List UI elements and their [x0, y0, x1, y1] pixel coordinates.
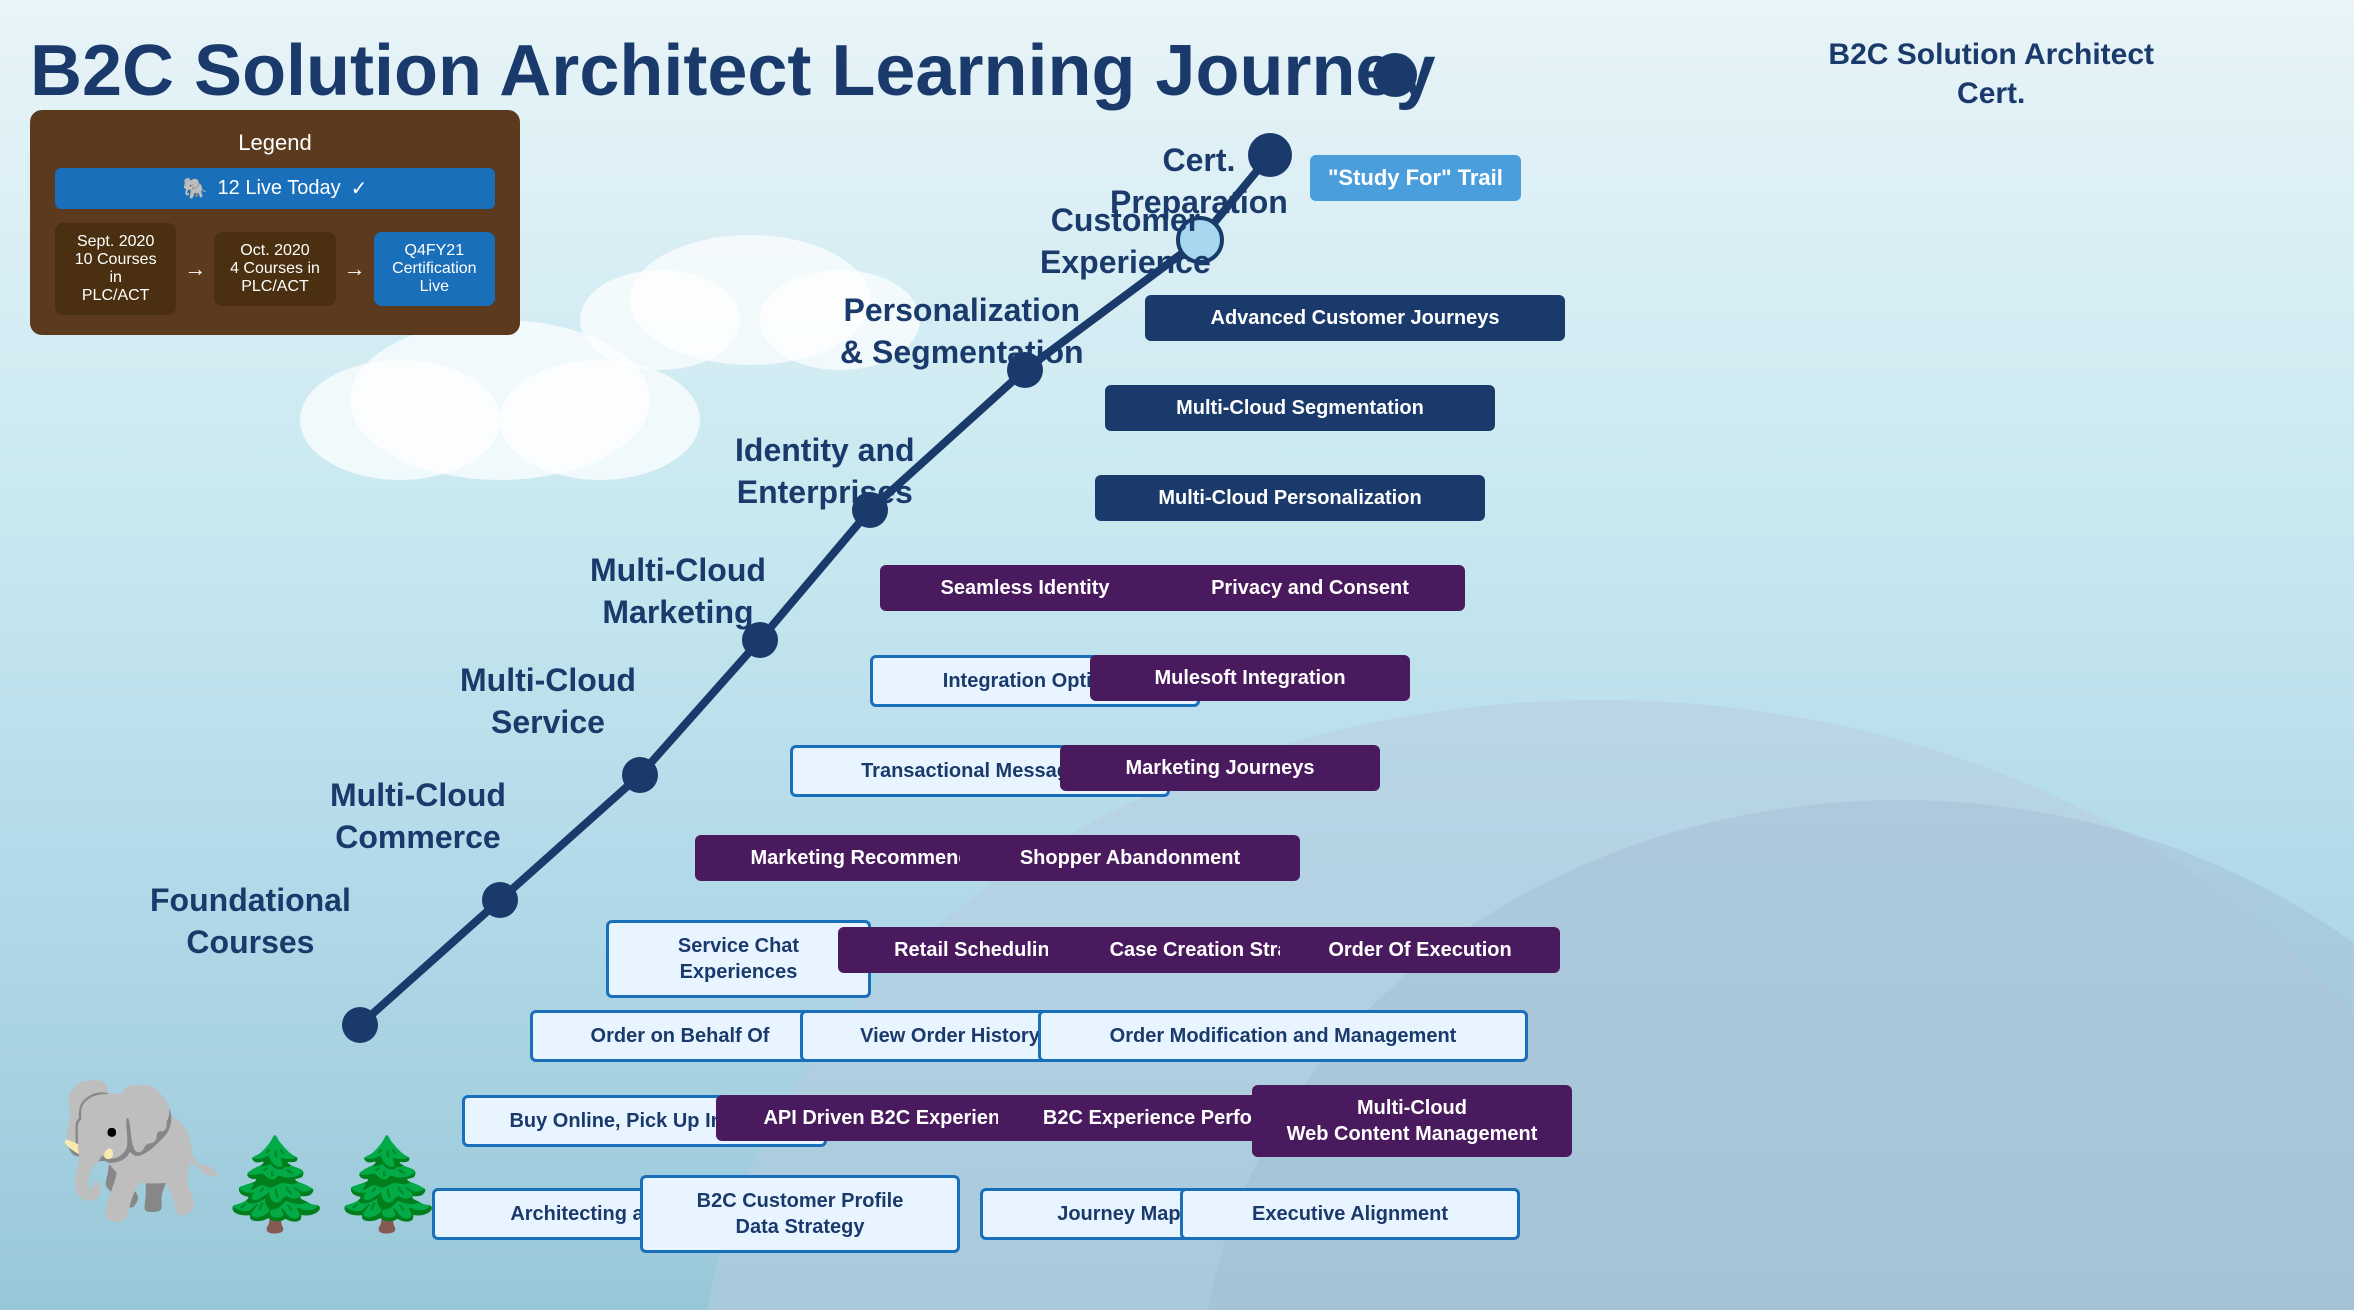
- course-privacy-consent: Privacy and Consent: [1155, 565, 1465, 611]
- legend-phase-1: Sept. 202010 Courses inPLC/ACT: [55, 223, 176, 315]
- course-order-behalf: Order on Behalf Of: [530, 1010, 830, 1062]
- multicloud-marketing-label: Multi-CloudMarketing: [590, 550, 766, 633]
- cert-label: B2C Solution ArchitectCert.: [1828, 35, 2154, 113]
- multicloud-commerce-label: Multi-CloudCommerce: [330, 775, 506, 858]
- course-order-modification: Order Modification and Management: [1038, 1010, 1528, 1062]
- legend-phase-2: Oct. 20204 Courses inPLC/ACT: [214, 232, 335, 306]
- legend-icon: 🐘: [183, 176, 208, 201]
- course-multicloud-segmentation: Multi-Cloud Segmentation: [1105, 385, 1495, 431]
- multicloud-service-label: Multi-CloudService: [460, 660, 636, 743]
- trees: 🌲🌲: [220, 1140, 444, 1230]
- course-order-execution: Order Of Execution: [1280, 927, 1560, 973]
- course-mulesoft-integration: Mulesoft Integration: [1090, 655, 1410, 701]
- legend-phase-3: Q4FY21Certification Live: [374, 232, 495, 306]
- customer-experience-label: CustomerExperience: [1040, 200, 1211, 283]
- course-advanced-journeys: Advanced Customer Journeys: [1145, 295, 1565, 341]
- main-title: B2C Solution Architect Learning Journey: [30, 30, 1436, 112]
- course-shopper-abandonment: Shopper Abandonment: [960, 835, 1300, 881]
- course-marketing-journeys: Marketing Journeys: [1060, 745, 1380, 791]
- course-seamless-identity: Seamless Identity: [880, 565, 1170, 611]
- course-service-chat: Service ChatExperiences: [606, 920, 871, 998]
- legend-timeline: Sept. 202010 Courses inPLC/ACT → Oct. 20…: [55, 223, 495, 315]
- identity-label: Identity andEnterprises: [735, 430, 915, 513]
- study-trail-box: "Study For" Trail: [1310, 155, 1521, 201]
- mascot: 🐘: [55, 1080, 229, 1220]
- arrow-1: →: [184, 256, 206, 282]
- course-multicloud-personalization: Multi-Cloud Personalization: [1095, 475, 1485, 521]
- course-b2c-customer-profile: B2C Customer ProfileData Strategy: [640, 1175, 960, 1253]
- legend-live-badge: 🐘 12 Live Today ✓: [55, 168, 495, 209]
- foundational-label: FoundationalCourses: [150, 880, 351, 963]
- personalization-label: Personalization& Segmentation: [840, 290, 1084, 373]
- arrow-2: →: [344, 256, 366, 282]
- legend-title: Legend: [55, 130, 495, 156]
- legend-box: Legend 🐘 12 Live Today ✓ Sept. 202010 Co…: [30, 110, 520, 335]
- legend-checkmark: ✓: [351, 176, 368, 201]
- course-executive-alignment: Executive Alignment: [1180, 1188, 1520, 1240]
- course-multicloud-web: Multi-CloudWeb Content Management: [1252, 1085, 1572, 1157]
